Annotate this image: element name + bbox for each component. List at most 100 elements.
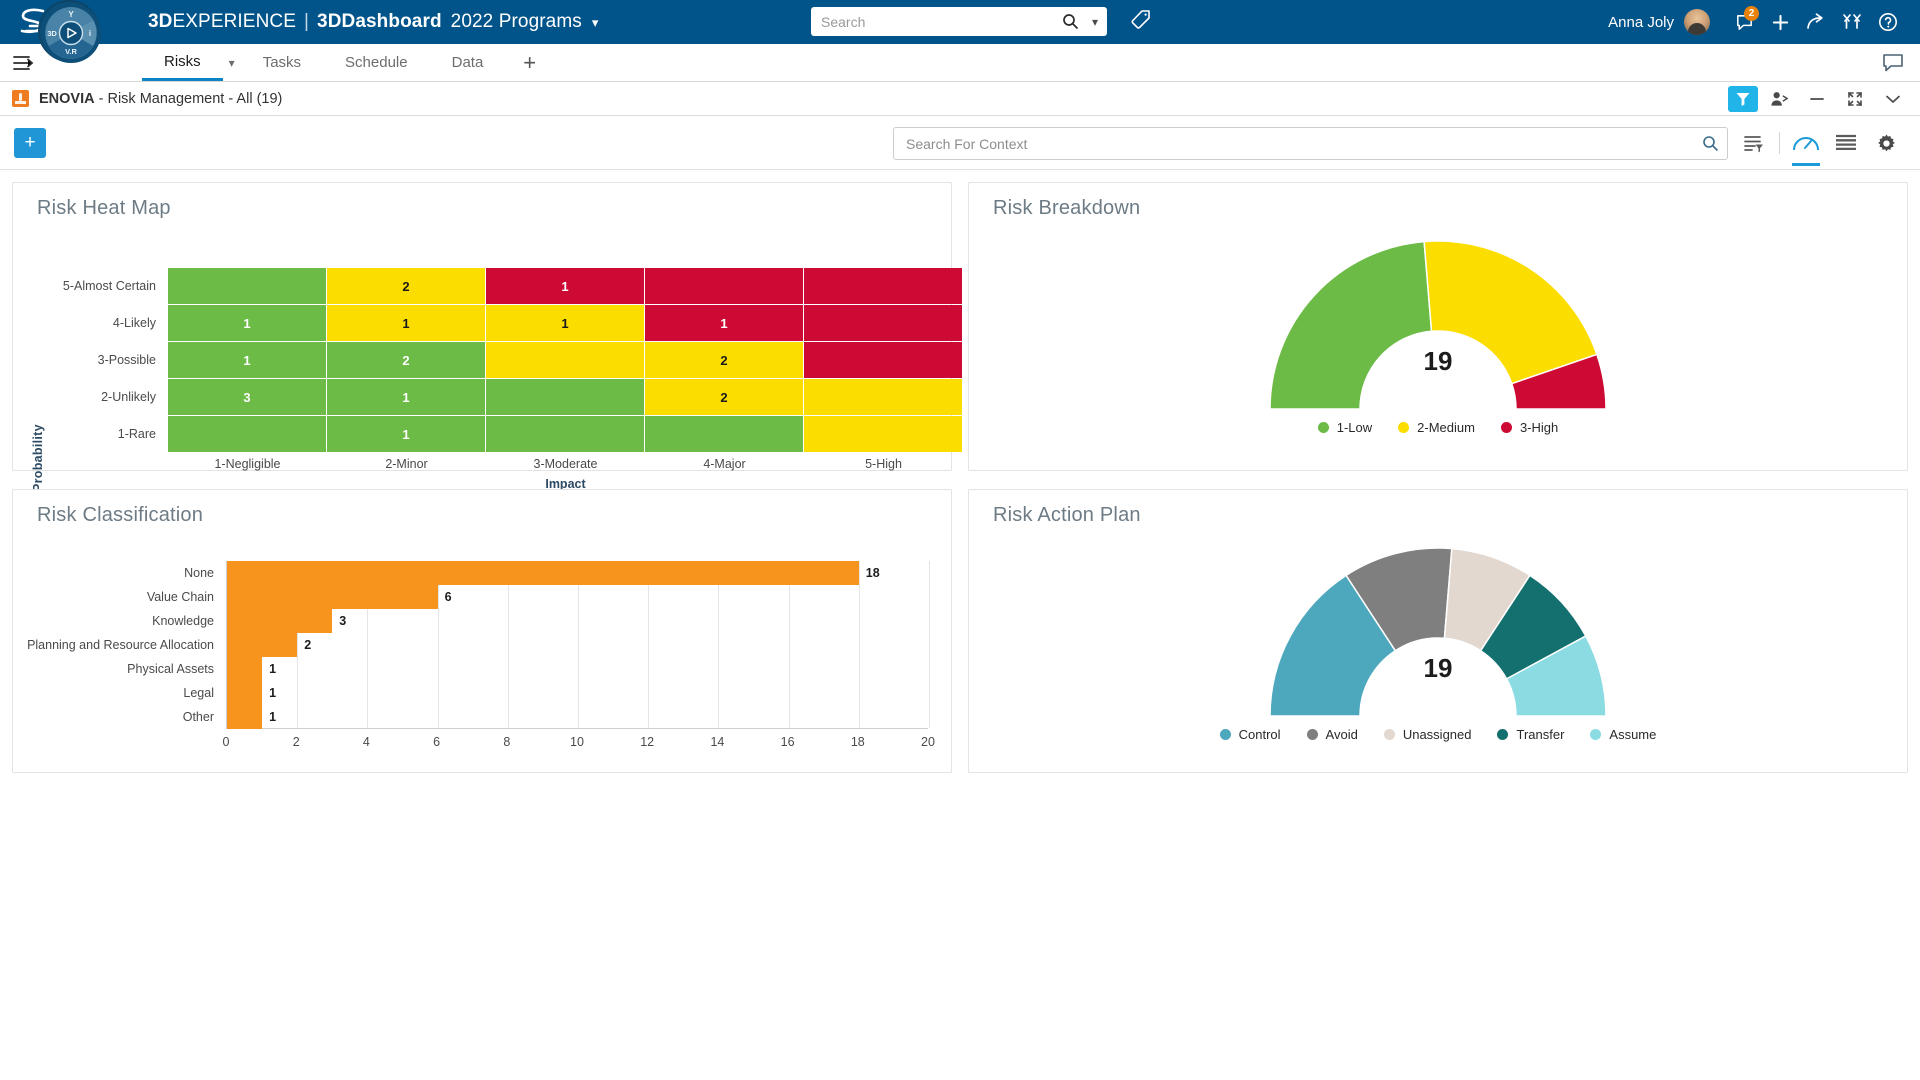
maximize-icon[interactable] — [1838, 84, 1872, 114]
legend-label: 3-High — [1519, 420, 1559, 435]
heat-map-grid: 5-Almost Certain 2 1 4-Likely 1 1 1 1 3-Possible… — [63, 268, 963, 453]
legend-item[interactable]: Transfer — [1497, 727, 1564, 742]
bar-fill[interactable] — [227, 561, 859, 585]
bar-value-label: 1 — [269, 662, 277, 676]
bar-fill[interactable] — [227, 657, 263, 681]
notification-badge: 2 — [1744, 6, 1759, 21]
bar-fill[interactable] — [227, 681, 263, 705]
donut-slice[interactable] — [1269, 240, 1433, 410]
search-options-chevron-icon[interactable]: ▾ — [1083, 15, 1107, 29]
legend-color-dot — [1317, 422, 1329, 433]
heat-map-cell[interactable]: 1 — [486, 268, 644, 304]
legend-item[interactable]: 3-High — [1500, 420, 1559, 435]
global-top-bar: 3D EXPERIENCE | 3DDashboard 2022 Programs… — [0, 0, 1920, 44]
legend-item[interactable]: 2-Medium — [1398, 420, 1475, 435]
risk-action-plan-legend: Control Avoid Unassigned Transfer Assume — [969, 727, 1907, 742]
avatar[interactable] — [1684, 9, 1710, 35]
search-input[interactable] — [811, 7, 1057, 36]
heat-map-cell[interactable] — [486, 416, 644, 452]
risk-action-plan-donut[interactable] — [1268, 541, 1608, 726]
risk-breakdown-total: 19 — [1423, 346, 1453, 376]
bar-value-label: 6 — [444, 590, 452, 604]
legend-item[interactable]: Unassigned — [1383, 727, 1471, 742]
help-icon[interactable] — [1870, 0, 1906, 44]
heat-map-cell[interactable] — [645, 416, 803, 452]
heat-map-cell[interactable]: 3 — [168, 379, 326, 415]
heat-map-cell[interactable] — [804, 305, 962, 341]
legend-item[interactable]: Control — [1219, 727, 1281, 742]
share-icon[interactable] — [1798, 0, 1834, 44]
search-icon[interactable] — [1057, 13, 1083, 30]
bar-fill[interactable] — [227, 609, 333, 633]
heat-map-cell[interactable]: 1 — [327, 305, 485, 341]
heat-map-cell[interactable] — [804, 416, 962, 452]
chat-icon[interactable] — [1882, 53, 1904, 78]
bar-fill[interactable] — [227, 585, 438, 609]
heat-map-cell[interactable]: 1 — [168, 342, 326, 378]
legend-item[interactable]: Assume — [1590, 727, 1656, 742]
legend-item[interactable]: Avoid — [1306, 727, 1358, 742]
heat-map-cell[interactable] — [804, 342, 962, 378]
tab-risks[interactable]: Risks — [142, 44, 223, 81]
add-icon[interactable] — [1762, 0, 1798, 44]
heat-map-cell[interactable]: 1 — [327, 379, 485, 415]
bar-fill[interactable] — [227, 633, 298, 657]
bar-x-tick: 12 — [640, 735, 655, 749]
heat-map-cell[interactable] — [645, 268, 803, 304]
bar-value-label: 2 — [304, 638, 312, 652]
heat-map-cell[interactable] — [486, 379, 644, 415]
heat-map-cell[interactable]: 2 — [327, 268, 485, 304]
bar-gridline — [578, 561, 579, 728]
widget-risk-breakdown: Risk Breakdown 19 1-Low 2-Medium 3-High — [968, 182, 1908, 471]
legend-color-dot — [1500, 422, 1512, 433]
page-title: ENOVIA - Risk Management - All (19) — [39, 91, 282, 107]
legend-item[interactable]: 1-Low — [1317, 420, 1372, 435]
heat-map-cell[interactable] — [804, 268, 962, 304]
minimize-icon[interactable] — [1800, 84, 1834, 114]
filter-icon[interactable] — [1728, 86, 1758, 112]
gear-icon[interactable] — [1866, 126, 1906, 160]
tab-risks-chevron-down-icon[interactable]: ▾ — [223, 44, 241, 81]
tag-icon[interactable] — [1130, 9, 1152, 36]
chevron-down-icon[interactable]: ▾ — [592, 15, 599, 31]
heat-map-cell[interactable]: 2 — [645, 342, 803, 378]
dashboard-view-icon[interactable] — [1786, 126, 1826, 166]
add-tab-button[interactable]: + — [505, 44, 554, 81]
user-name[interactable]: Anna Joly — [1608, 14, 1674, 31]
heat-map-cell[interactable] — [168, 268, 326, 304]
heat-map-x-tick: 1-Negligible — [214, 457, 281, 471]
legend-label: Transfer — [1516, 727, 1565, 742]
tab-schedule[interactable]: Schedule — [323, 44, 430, 81]
context-search[interactable] — [893, 127, 1728, 160]
heat-map-cell[interactable] — [168, 416, 326, 452]
heat-map-cell[interactable]: 2 — [645, 379, 803, 415]
collaboration-icon[interactable] — [1834, 0, 1870, 44]
heat-map-cell[interactable] — [486, 342, 644, 378]
context-search-icon[interactable] — [1693, 135, 1727, 152]
more-chevron-down-icon[interactable] — [1876, 84, 1910, 114]
tab-tasks[interactable]: Tasks — [241, 44, 323, 81]
heat-map-cell[interactable]: 1 — [645, 305, 803, 341]
bar-gridline — [929, 561, 930, 728]
heat-map-cell[interactable]: 1 — [486, 305, 644, 341]
global-search[interactable]: ▾ — [811, 7, 1107, 36]
notifications-icon[interactable]: 2 — [1726, 0, 1762, 44]
tab-data[interactable]: Data — [430, 44, 506, 81]
compass-widget[interactable]: Y 3D i V.R — [38, 0, 101, 63]
filter-list-icon[interactable] — [1733, 126, 1773, 160]
bar-fill[interactable] — [227, 705, 263, 729]
heat-map-cell[interactable]: 1 — [327, 416, 485, 452]
heat-map-row-label: 3-Possible — [97, 353, 156, 367]
heat-map-cell[interactable]: 1 — [168, 305, 326, 341]
risk-breakdown-donut[interactable] — [1268, 234, 1608, 419]
legend-label: Avoid — [1325, 727, 1358, 742]
list-view-icon[interactable] — [1826, 126, 1866, 160]
context-search-input[interactable] — [894, 128, 1693, 159]
heat-map-cell[interactable]: 2 — [327, 342, 485, 378]
risk-breakdown-title: Risk Breakdown — [993, 197, 1141, 219]
bar-gridline — [788, 561, 790, 728]
bar-x-tick: 6 — [433, 735, 441, 749]
share-with-user-icon[interactable] — [1762, 84, 1796, 114]
heat-map-cell[interactable] — [804, 379, 962, 415]
add-button[interactable]: + — [14, 128, 46, 158]
